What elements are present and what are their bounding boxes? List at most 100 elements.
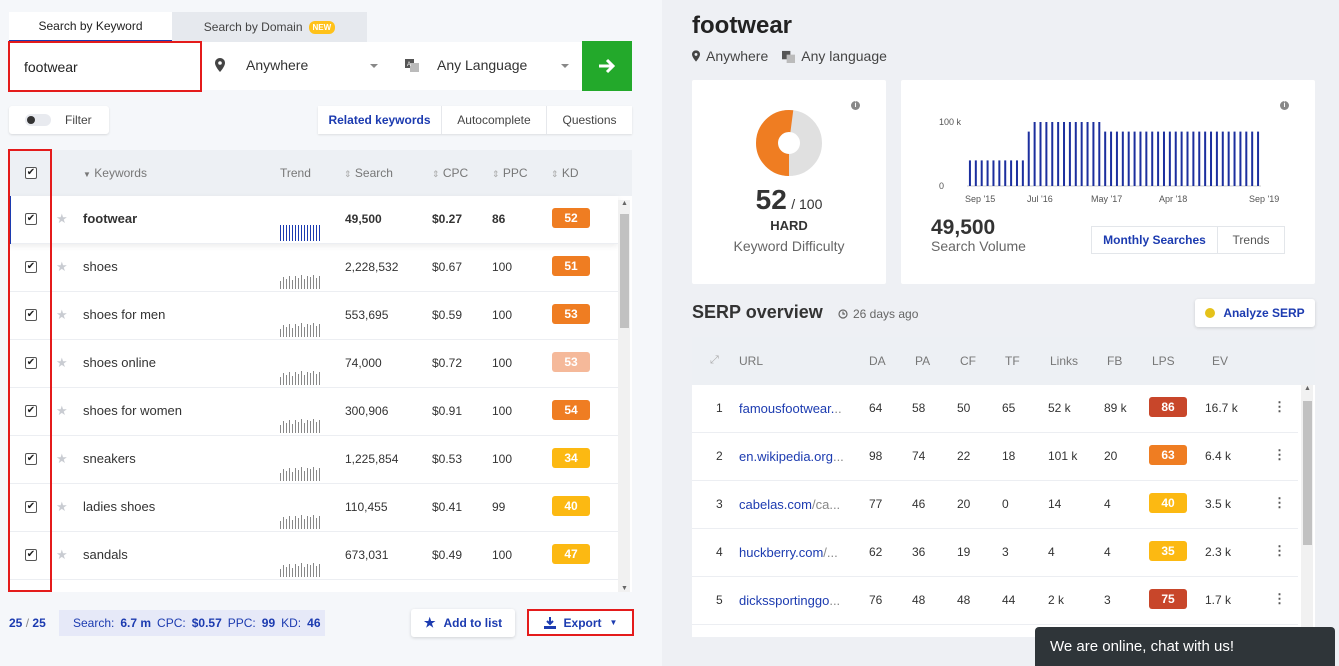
language-dropdown[interactable]: A Any Language — [391, 42, 579, 90]
summary-search-label: Search: — [73, 616, 115, 630]
trend-bar — [289, 468, 290, 481]
keyword-text[interactable]: sandals — [83, 547, 128, 562]
serp-ev: 6.4 k — [1205, 449, 1232, 463]
table-row[interactable]: ✔ ★ sneakers 1,225,854 $0.53 100 34 — [8, 436, 618, 484]
tab-search-by-domain[interactable]: Search by Domain NEW — [172, 12, 367, 42]
segment-related-keywords[interactable]: Related keywords — [318, 106, 442, 134]
url-domain: famousfootwear. — [739, 401, 835, 416]
keyword-text[interactable]: ladies shoes — [83, 499, 155, 514]
star-icon[interactable]: ★ — [56, 403, 68, 419]
scroll-up-icon[interactable]: ▲ — [621, 200, 628, 207]
row-checkbox[interactable]: ✔ — [25, 501, 37, 513]
select-all-checkbox[interactable]: ✔ — [25, 167, 37, 179]
trend-bar — [280, 329, 281, 337]
info-icon[interactable]: i — [851, 101, 860, 110]
serp-url-link[interactable]: cabelas.com/ca... — [739, 497, 851, 512]
keyword-text[interactable]: shoes for men — [83, 307, 165, 322]
serp-url-link[interactable]: famousfootwear... — [739, 401, 851, 416]
star-icon[interactable]: ★ — [56, 547, 68, 563]
keyword-input[interactable]: footwear — [8, 41, 202, 92]
serp-links: 101 k — [1048, 449, 1078, 463]
location-dropdown[interactable]: Anywhere — [202, 42, 388, 90]
row-checkbox[interactable]: ✔ — [25, 309, 37, 321]
row-checkbox[interactable]: ✔ — [25, 405, 37, 417]
scroll-down-icon[interactable]: ▼ — [621, 585, 628, 592]
serp-url-link[interactable]: dickssportinggo... — [739, 593, 851, 608]
volume-bar — [1063, 122, 1066, 186]
clock-icon — [838, 309, 848, 319]
row-checkbox[interactable]: ✔ — [25, 213, 37, 225]
kd-badge: 52 — [552, 208, 590, 228]
more-options-icon[interactable]: ⋮ — [1273, 591, 1286, 607]
row-checkbox[interactable]: ✔ — [25, 261, 37, 273]
volume-bar — [1068, 122, 1071, 186]
star-icon[interactable]: ★ — [56, 451, 68, 467]
add-to-list-button[interactable]: ★ Add to list — [411, 609, 515, 637]
kd-badge: 53 — [552, 352, 590, 372]
tab-search-by-keyword[interactable]: Search by Keyword — [9, 12, 172, 42]
header-kd[interactable]: ⇕ KD — [551, 166, 579, 180]
table-row[interactable]: ✔ ★ shoes for women 300,906 $0.91 100 54 — [8, 388, 618, 436]
star-icon[interactable]: ★ — [56, 211, 68, 227]
chat-widget[interactable]: We are online, chat with us! — [1035, 627, 1335, 666]
segment-autocomplete[interactable]: Autocomplete — [442, 106, 547, 134]
language-value: Any Language — [437, 57, 528, 73]
table-row[interactable]: ✔ ★ shoes 2,228,532 $0.67 100 51 — [8, 244, 618, 292]
table-row[interactable]: ✔ ★ footwear 49,500 $0.27 86 52 — [8, 196, 618, 244]
keyword-text[interactable]: footwear — [83, 211, 137, 226]
header-search[interactable]: ⇕ Search — [344, 166, 393, 180]
trend-bar — [286, 375, 287, 385]
sort-icon: ⇕ — [551, 169, 559, 179]
header-ppc[interactable]: ⇕ PPC — [492, 166, 528, 180]
serp-pa: 46 — [912, 497, 926, 511]
cpc-value: $0.72 — [432, 356, 463, 370]
table-row[interactable]: ✔ ★ sandals 673,031 $0.49 100 47 — [8, 532, 618, 580]
more-options-icon[interactable]: ⋮ — [1273, 543, 1286, 559]
trend-bar — [310, 421, 311, 433]
volume-bar — [1239, 131, 1242, 186]
volume-bar — [1051, 122, 1054, 186]
table-row[interactable]: ✔ ★ ladies shoes 110,455 $0.41 99 40 — [8, 484, 618, 532]
more-options-icon[interactable]: ⋮ — [1273, 399, 1286, 415]
table-scrollbar[interactable]: ▲ ▼ — [618, 200, 630, 592]
keyword-text[interactable]: sneakers — [83, 451, 136, 466]
analyze-serp-button[interactable]: Analyze SERP — [1195, 299, 1315, 327]
filter-toggle[interactable]: Filter — [9, 106, 109, 134]
table-row[interactable]: ✔ ★ shoes online 74,000 $0.72 100 53 — [8, 340, 618, 388]
scroll-up-icon[interactable]: ▲ — [1304, 385, 1311, 392]
selection-summary: Search: 6.7 m CPC: $0.57 PPC: 99 KD: 46 — [59, 610, 325, 636]
trend-sparkline — [280, 321, 322, 337]
header-keywords[interactable]: ▼ Keywords — [83, 166, 147, 180]
star-icon[interactable]: ★ — [56, 499, 68, 515]
trend-bar — [295, 420, 296, 433]
tab-trends[interactable]: Trends — [1217, 226, 1285, 254]
keyword-text[interactable]: shoes online — [83, 355, 156, 370]
header-ev: EV — [1212, 354, 1229, 368]
tab-monthly-searches[interactable]: Monthly Searches — [1091, 226, 1218, 254]
more-options-icon[interactable]: ⋮ — [1273, 447, 1286, 463]
serp-scrollbar[interactable]: ▲ — [1301, 385, 1313, 637]
scrollbar-thumb[interactable] — [620, 214, 629, 328]
trend-bar — [292, 424, 293, 433]
star-icon[interactable]: ★ — [56, 259, 68, 275]
row-checkbox[interactable]: ✔ — [25, 453, 37, 465]
row-checkbox[interactable]: ✔ — [25, 549, 37, 561]
star-icon[interactable]: ★ — [56, 307, 68, 323]
serp-url-link[interactable]: huckberry.com/... — [739, 545, 851, 560]
segment-questions[interactable]: Questions — [547, 106, 632, 134]
volume-bar — [1204, 131, 1207, 186]
expand-icon[interactable]: ⤢ — [710, 354, 719, 367]
header-cpc[interactable]: ⇕ CPC — [432, 166, 468, 180]
volume-bar — [1145, 131, 1148, 186]
keyword-text[interactable]: shoes for women — [83, 403, 182, 418]
table-row[interactable]: ✔ ★ shoes for men 553,695 $0.59 100 53 — [8, 292, 618, 340]
keyword-text[interactable]: shoes — [83, 259, 118, 274]
star-icon[interactable]: ★ — [56, 355, 68, 371]
scrollbar-thumb[interactable] — [1303, 401, 1312, 545]
more-options-icon[interactable]: ⋮ — [1273, 495, 1286, 511]
search-go-button[interactable] — [582, 41, 632, 91]
kd-max: / 100 — [791, 196, 823, 212]
serp-url-link[interactable]: en.wikipedia.org... — [739, 449, 851, 464]
row-checkbox[interactable]: ✔ — [25, 357, 37, 369]
trend-bar — [301, 563, 302, 577]
